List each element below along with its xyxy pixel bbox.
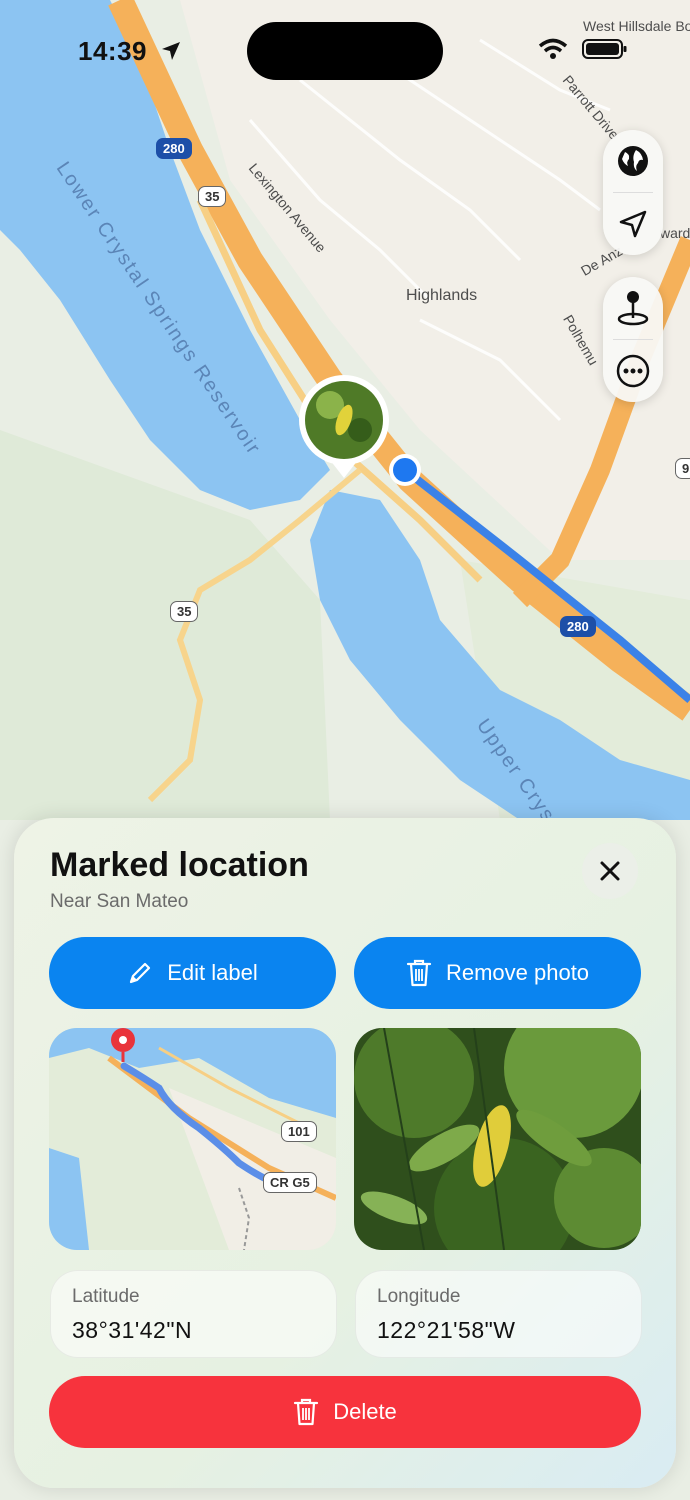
mini-map[interactable]: 101 CR G5 [49,1028,336,1250]
close-icon [600,861,620,881]
street-label: ward [660,225,690,241]
map-pin-icon [617,291,649,326]
longitude-card: Longitude 122°21'58"W [355,1270,642,1358]
location-detail-sheet: Marked location Near San Mateo Edit labe… [14,818,676,1488]
place-label-highlands: Highlands [406,287,478,304]
more-icon [616,354,650,388]
highway-shield: 101 [281,1121,317,1142]
leaf-photo [354,1028,641,1250]
map-controls [603,130,663,424]
remove-photo-text: Remove photo [445,960,590,985]
close-button[interactable] [582,843,638,899]
highway-shield: CR G5 [263,1172,317,1193]
wifi-icon [538,38,568,59]
sheet-title: Marked location [50,846,309,884]
edit-label-button[interactable]: Edit label [49,937,336,1009]
highway-shield: 35 [170,601,199,622]
highway-shield: 9 [675,458,690,479]
map-controls-group-2 [603,277,663,402]
longitude-label: Longitude [377,1286,461,1307]
highway-shield: 280 [560,616,596,637]
delete-text: Delete [333,1399,397,1424]
remove-photo-button[interactable]: Remove photo [354,937,641,1009]
battery-icon [582,39,627,59]
pin-button[interactable] [603,277,663,339]
status-bar: 14:39 [0,0,690,100]
sheet-subtitle: Near San Mateo [50,891,189,912]
highway-shield: 280 [156,138,192,159]
globe-icon [618,146,648,176]
trash-icon [294,1398,319,1426]
dynamic-island [247,22,443,80]
trash-icon [406,959,432,987]
location-services-icon [162,42,180,60]
status-time: 14:39 [78,36,147,66]
more-button[interactable] [603,340,663,402]
longitude-value: 122°21'58"W [377,1317,516,1343]
latitude-label: Latitude [72,1286,140,1307]
locate-me-button[interactable] [603,193,663,255]
delete-button[interactable]: Delete [49,1376,641,1448]
edit-label-text: Edit label [167,960,258,985]
photo-thumbnail[interactable] [354,1028,641,1250]
globe-button[interactable] [603,130,663,192]
pencil-icon [130,962,151,984]
latitude-value: 38°31'42"N [72,1317,193,1343]
highway-shield: 35 [198,186,227,207]
latitude-card: Latitude 38°31'42"N [50,1270,337,1358]
location-arrow-icon [619,210,647,238]
map-controls-group-1 [603,130,663,255]
